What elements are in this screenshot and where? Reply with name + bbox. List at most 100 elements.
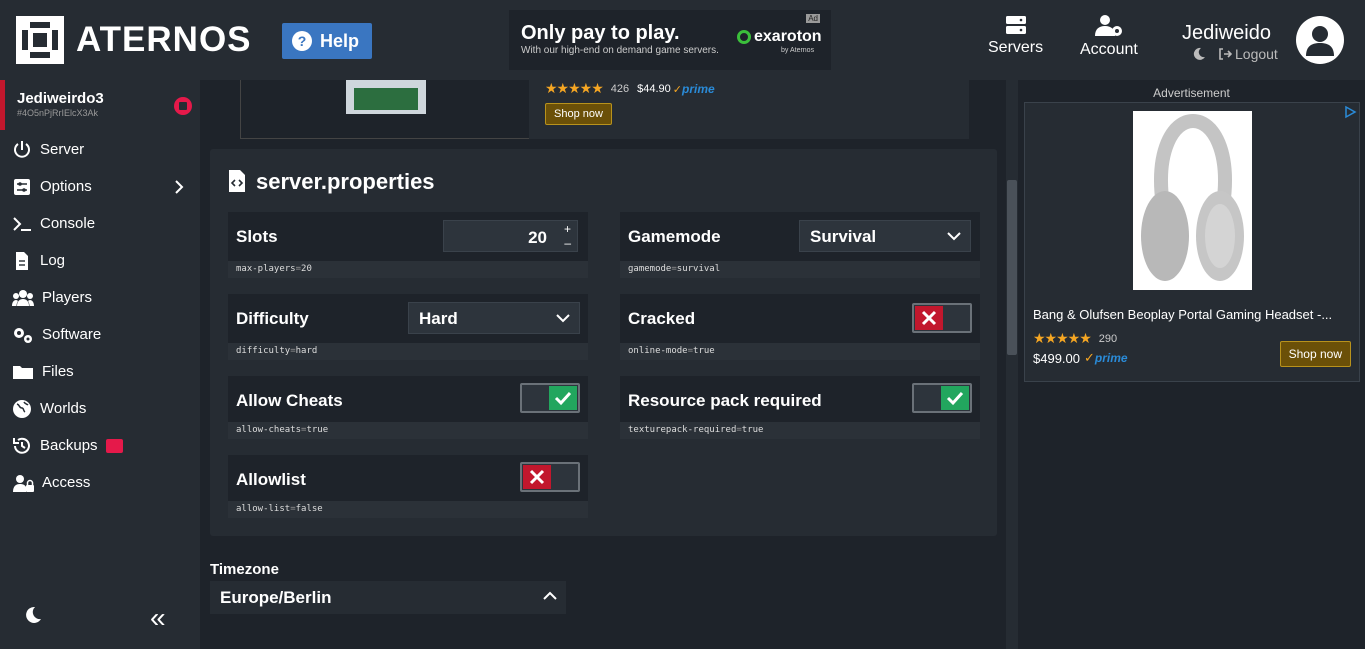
ad-price: $499.00 <box>1033 350 1080 366</box>
panel-title: server.properties <box>256 169 435 194</box>
slots-number-input[interactable]: 20 + – <box>443 220 578 252</box>
gamemode-select[interactable]: Survival <box>799 220 971 252</box>
nav-servers[interactable]: Servers <box>988 14 1043 57</box>
backups-icon <box>13 437 30 454</box>
chevron-down-icon <box>556 314 570 323</box>
server-selector[interactable]: Jediweirdo3 #4O5nPjRrIElcX3Ak <box>0 80 200 130</box>
sidebar-item-label: Server <box>40 141 85 158</box>
close-icon <box>529 469 545 485</box>
toggle-on-knob <box>549 386 577 410</box>
ad-rating: ★★★★★ 426 $44.90 ✓prime <box>545 80 715 97</box>
sidebar-item-log[interactable]: Log <box>0 242 200 279</box>
property-key: gamemode=survival <box>620 261 980 278</box>
nav-servers-label: Servers <box>988 39 1044 56</box>
server-id: #4O5nPjRrIElcX3Ak <box>17 108 99 118</box>
sidebar-item-label: Files <box>42 363 74 380</box>
property-label: Resource pack required <box>628 391 822 410</box>
timezone-select[interactable]: Europe/Berlin <box>210 581 566 614</box>
check-icon <box>946 391 964 406</box>
headphones-icon <box>1141 113 1244 281</box>
sidebar-item-server[interactable]: Server <box>0 131 200 168</box>
gamemode-value: Survival <box>810 227 877 246</box>
servers-icon <box>1005 16 1026 34</box>
nav-account[interactable]: Account <box>1080 14 1138 59</box>
logout-link[interactable]: Logout <box>1235 46 1278 62</box>
cracked-toggle[interactable] <box>912 303 972 333</box>
sidebar-item-players[interactable]: Players <box>0 279 200 316</box>
toggle-on-knob <box>941 386 969 410</box>
prime-check-icon: ✓ <box>672 83 682 96</box>
collapse-sidebar-icon[interactable]: « <box>150 602 166 634</box>
property-key: allow-cheats=true <box>228 422 588 439</box>
logo-text[interactable]: ATERNOS <box>76 20 252 60</box>
aternos-logo-icon[interactable] <box>16 16 64 64</box>
ad-details: ★★★★★ 426 $44.90 ✓prime Shop now <box>529 80 969 139</box>
ad-rating-count: 426 <box>610 82 630 95</box>
sidebar-item-files[interactable]: Files <box>0 353 200 390</box>
user-name[interactable]: Jediweido <box>1182 22 1271 45</box>
exaroton-brand: exaroton <box>754 28 822 45</box>
help-label: Help <box>320 30 360 51</box>
slots-value: 20 <box>528 228 547 247</box>
sidebar-item-backups[interactable]: Backups <box>0 427 200 464</box>
exaroton-sub: by Aternos <box>781 47 815 54</box>
chevron-down-icon <box>947 232 961 241</box>
toggle-off-knob <box>915 306 943 330</box>
main-scrollbar[interactable] <box>1006 80 1018 649</box>
ad-product-title[interactable]: Bang & Olufsen Beoplay Portal Gaming Hea… <box>1033 307 1332 322</box>
property-label: Allowlist <box>236 470 306 489</box>
right-ad-card[interactable]: Bang & Olufsen Beoplay Portal Gaming Hea… <box>1024 102 1360 382</box>
console-icon <box>13 216 31 231</box>
sidebar-item-access[interactable]: Access <box>0 464 200 501</box>
ad-choices-icon[interactable] <box>1343 105 1357 119</box>
backups-storage-icon <box>105 438 123 453</box>
sidebar-item-options[interactable]: Options <box>0 168 200 205</box>
options-icon <box>14 178 30 195</box>
ad-price-row: $499.00 ✓prime <box>1033 350 1128 366</box>
prime-logo: prime <box>1094 351 1128 365</box>
top-header: ATERNOS ? Help Only pay to play. With ou… <box>0 0 1365 80</box>
main-content: ★★★★★ 426 $44.90 ✓prime Shop now server.… <box>200 80 1006 649</box>
sidebar-item-worlds[interactable]: Worlds <box>0 390 200 427</box>
access-icon <box>13 474 34 492</box>
property-slots: Slots 20 + – max-players=20 <box>228 212 588 278</box>
ad-rating-count: 290 <box>1098 332 1118 345</box>
property-allowlist: Allowlist allow-list=false <box>228 455 588 518</box>
advertisement-label: Advertisement <box>1153 86 1230 100</box>
help-button[interactable]: ? Help <box>282 23 372 59</box>
decrement-icon[interactable]: – <box>564 236 571 250</box>
stars-icon: ★★★★★ <box>545 80 604 96</box>
allowlist-toggle[interactable] <box>520 462 580 492</box>
dark-mode-icon[interactable] <box>24 606 42 624</box>
property-label: Gamemode <box>628 227 721 246</box>
question-icon: ? <box>292 31 312 51</box>
avatar[interactable] <box>1296 16 1344 64</box>
property-key: allow-list=false <box>228 501 588 518</box>
ad-shop-now-button[interactable]: Shop now <box>1279 341 1351 367</box>
property-gamemode: Gamemode Survival gamemode=survival <box>620 212 980 278</box>
software-icon <box>14 327 32 343</box>
sidebar-item-software[interactable]: Software <box>0 316 200 353</box>
property-key: difficulty=hard <box>228 343 588 360</box>
ad-shop-now-button[interactable]: Shop now <box>545 103 612 125</box>
increment-icon[interactable]: + <box>564 222 571 236</box>
content-ad-banner[interactable]: ★★★★★ 426 $44.90 ✓prime Shop now <box>240 80 969 139</box>
user-actions: Logout <box>1192 46 1278 62</box>
ad-product-image[interactable] <box>1133 111 1252 290</box>
scrollbar-thumb[interactable] <box>1007 180 1017 355</box>
sidebar: Jediweirdo3 #4O5nPjRrIElcX3Ak Server Opt… <box>0 80 200 649</box>
exaroton-logo: exaroton <box>737 28 822 46</box>
ad-product-image[interactable] <box>346 80 426 114</box>
moon-icon[interactable] <box>1192 47 1206 61</box>
sidebar-item-console[interactable]: Console <box>0 205 200 242</box>
right-ad-column: Advertisement Bang & Olufsen Beoplay Por… <box>1018 80 1365 649</box>
toggle-off-knob <box>523 465 551 489</box>
close-icon <box>921 310 937 326</box>
ad-badge: Ad <box>806 14 820 23</box>
difficulty-select[interactable]: Hard <box>408 302 580 334</box>
allow-cheats-toggle[interactable] <box>520 383 580 413</box>
top-ad-banner[interactable]: Only pay to play. With our high-end on d… <box>509 10 831 70</box>
user-avatar-icon <box>1306 26 1334 56</box>
resource-pack-toggle[interactable] <box>912 383 972 413</box>
log-icon <box>16 251 28 270</box>
